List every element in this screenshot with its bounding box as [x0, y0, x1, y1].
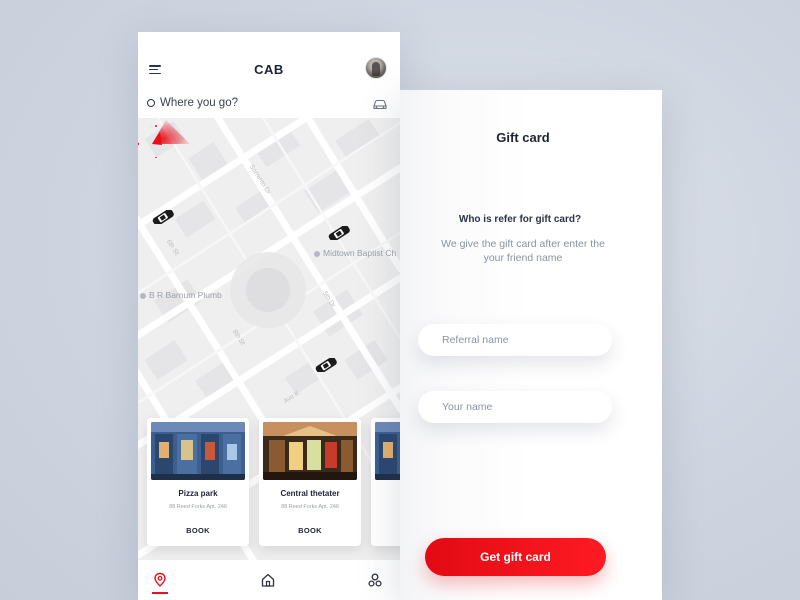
place-card[interactable]: Pizza park 88 Reed Forks Apt. 246 BOOK: [147, 418, 249, 546]
place-photo: [375, 422, 400, 480]
poi-label: B R Barnum Plumb: [140, 290, 222, 300]
search-bar: [138, 90, 400, 120]
home-icon[interactable]: [260, 572, 276, 588]
taxi-icon: [315, 358, 337, 372]
place-address: 88 Reed Forks Apt. 246: [169, 504, 227, 510]
destination-search-input[interactable]: [160, 93, 360, 113]
cab-home-screen: CAB Where you go? Sorrento Dr 6th St 8th…: [138, 32, 400, 600]
place-photo: [263, 422, 357, 480]
your-name-field[interactable]: [418, 391, 612, 423]
your-name-input[interactable]: [442, 399, 602, 415]
taxi-icon: [328, 226, 350, 240]
place-photo: [151, 422, 245, 480]
taxi-icon: [152, 210, 174, 224]
gift-card-description: We give the gift card after enter the yo…: [441, 238, 605, 264]
active-tab-indicator: [152, 592, 168, 594]
places-carousel[interactable]: Pizza park 88 Reed Forks Apt. 246 BOOK C…: [147, 418, 400, 548]
gift-card-question: Who is refer for gift card?: [458, 214, 582, 225]
map-view[interactable]: Sorrento Dr 6th St 8th St 5th Dr Ave K M…: [138, 118, 400, 600]
avatar[interactable]: [365, 57, 387, 79]
bottom-nav: [138, 560, 400, 600]
book-button[interactable]: BOOK: [259, 526, 361, 535]
location-pin-icon[interactable]: [152, 572, 168, 588]
place-card[interactable]: Central thetater 88 Reed Forks Apt. 246 …: [259, 418, 361, 546]
location-pulse-inner: [246, 268, 290, 312]
app-title: CAB: [254, 62, 284, 77]
place-name: Pizza park: [178, 489, 218, 498]
poi-label: Midtown Baptist Ch: [314, 248, 396, 258]
referral-name-input[interactable]: [442, 332, 602, 348]
gift-card-screen: Gift card Who is refer for gift card? We…: [400, 90, 662, 600]
origin-dot-icon: [147, 99, 155, 107]
page-title: Gift card: [496, 130, 550, 145]
referral-name-field[interactable]: [418, 324, 612, 356]
place-card[interactable]: [371, 418, 400, 546]
place-address: 88 Reed Forks Apt. 246: [281, 504, 339, 510]
get-gift-card-button[interactable]: Get gift card: [425, 538, 606, 576]
current-location-icon: [138, 120, 190, 158]
users-icon[interactable]: [367, 572, 383, 588]
place-name: Central thetater: [280, 489, 340, 498]
book-button[interactable]: BOOK: [147, 526, 249, 535]
car-icon[interactable]: [372, 98, 388, 110]
